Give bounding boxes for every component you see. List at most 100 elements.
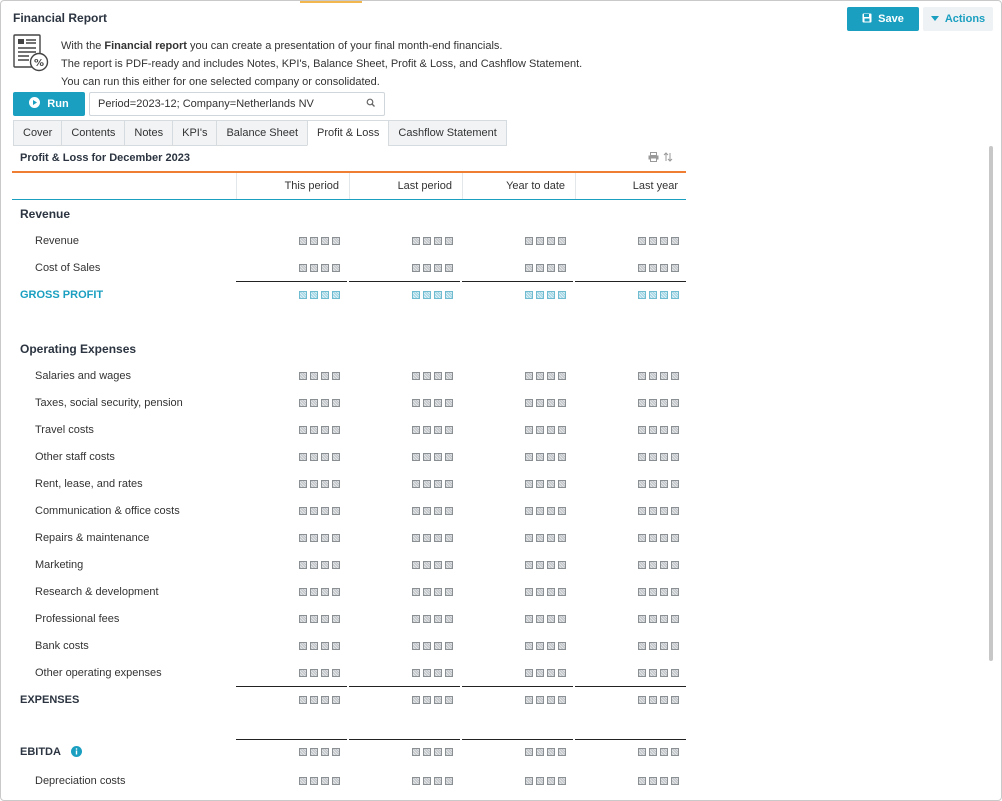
masked-digit: [558, 263, 566, 272]
tab-contents[interactable]: Contents: [61, 120, 125, 146]
masked-digit: [299, 236, 307, 245]
tab-cashflow-statement[interactable]: Cashflow Statement: [388, 120, 507, 146]
masked-digit: [536, 290, 544, 299]
actions-button[interactable]: Actions: [923, 7, 993, 31]
masked-digit: [660, 533, 668, 542]
table-row: Bank costs: [12, 632, 686, 659]
masked-digit: [671, 533, 679, 542]
masked-digit: [332, 290, 340, 299]
tab-notes[interactable]: Notes: [124, 120, 173, 146]
masked-digit: [434, 506, 442, 515]
masked-digit: [649, 371, 657, 380]
masked-digit: [332, 668, 340, 677]
tab-kpi-s[interactable]: KPI's: [172, 120, 217, 146]
masked-digit: [536, 695, 544, 704]
masked-digit: [299, 641, 307, 650]
masked-digit: [547, 641, 555, 650]
masked-value-cell: [236, 524, 349, 551]
save-button[interactable]: Save: [847, 7, 919, 31]
masked-digit: [558, 776, 566, 785]
masked-digit: [547, 614, 555, 623]
masked-digit: [649, 290, 657, 299]
parameters-field[interactable]: Period=2023-12; Company=Netherlands NV: [89, 92, 385, 116]
masked-value-cell: [575, 551, 688, 578]
masked-digit: [310, 371, 318, 380]
total-rule: [462, 739, 573, 740]
row-label-text: Communication & office costs: [35, 504, 180, 517]
tab-profit-loss[interactable]: Profit & Loss: [307, 120, 389, 146]
masked-value-cell: [236, 738, 349, 765]
masked-digit: [434, 747, 442, 756]
tab-balance-sheet[interactable]: Balance Sheet: [216, 120, 308, 146]
masked-digit: [321, 452, 329, 461]
masked-digit: [638, 398, 646, 407]
sort-icon[interactable]: [663, 152, 673, 165]
print-icon[interactable]: [648, 152, 659, 165]
sheet-title: Profit & Loss for December 2023: [20, 152, 190, 164]
table-row: Rent, lease, and rates: [12, 470, 686, 497]
masked-digit: [638, 425, 646, 434]
masked-digit: [310, 776, 318, 785]
table-row: Salaries and wages: [12, 362, 686, 389]
masked-value-cell: [236, 551, 349, 578]
masked-value-cell: [349, 632, 462, 659]
total-rule: [236, 686, 347, 687]
masked-digit: [310, 668, 318, 677]
masked-value-cell: [575, 767, 688, 794]
masked-digit: [649, 533, 657, 542]
scrollbar[interactable]: [989, 146, 993, 661]
masked-digit: [423, 290, 431, 299]
masked-digit: [310, 452, 318, 461]
masked-digit: [547, 695, 555, 704]
masked-digit: [321, 290, 329, 299]
masked-digit: [332, 776, 340, 785]
save-label: Save: [878, 13, 904, 25]
masked-digit: [525, 587, 533, 596]
masked-digit: [299, 290, 307, 299]
search-icon[interactable]: [366, 98, 376, 111]
total-row: EXPENSES: [12, 686, 686, 713]
masked-digit: [299, 614, 307, 623]
intro-text: With the Financial report you can create…: [61, 37, 582, 91]
masked-digit: [299, 452, 307, 461]
tab-cover[interactable]: Cover: [13, 120, 62, 146]
masked-digit: [299, 747, 307, 756]
masked-digit: [660, 776, 668, 785]
masked-value-cell: [236, 281, 349, 308]
masked-digit: [412, 747, 420, 756]
masked-value-cell: [236, 605, 349, 632]
row-label: Taxes, social security, pension: [35, 389, 183, 416]
masked-digit: [671, 587, 679, 596]
masked-digit: [558, 695, 566, 704]
table-row: Repairs & maintenance: [12, 524, 686, 551]
masked-digit: [321, 560, 329, 569]
masked-value-cell: [462, 686, 575, 713]
masked-digit: [660, 614, 668, 623]
masked-value-cell: [462, 738, 575, 765]
masked-value-cell: [575, 686, 688, 713]
masked-digit: [558, 560, 566, 569]
masked-digit: [547, 371, 555, 380]
masked-digit: [547, 533, 555, 542]
masked-value-cell: [349, 416, 462, 443]
masked-digit: [558, 641, 566, 650]
run-button[interactable]: Run: [13, 92, 85, 116]
masked-digit: [547, 560, 555, 569]
masked-digit: [536, 506, 544, 515]
intro-line-2: The report is PDF-ready and includes Not…: [61, 58, 583, 70]
masked-digit: [638, 747, 646, 756]
masked-value-cell: [349, 227, 462, 254]
masked-digit: [536, 587, 544, 596]
masked-digit: [332, 560, 340, 569]
masked-digit: [638, 560, 646, 569]
masked-digit: [660, 641, 668, 650]
masked-value-cell: [575, 416, 688, 443]
masked-digit: [525, 425, 533, 434]
info-icon[interactable]: [70, 746, 82, 757]
masked-digit: [660, 236, 668, 245]
row-label: EXPENSES: [20, 686, 79, 713]
masked-digit: [423, 506, 431, 515]
masked-value-cell: [349, 738, 462, 765]
masked-value-cell: [462, 632, 575, 659]
column-header: Last year: [575, 173, 688, 199]
